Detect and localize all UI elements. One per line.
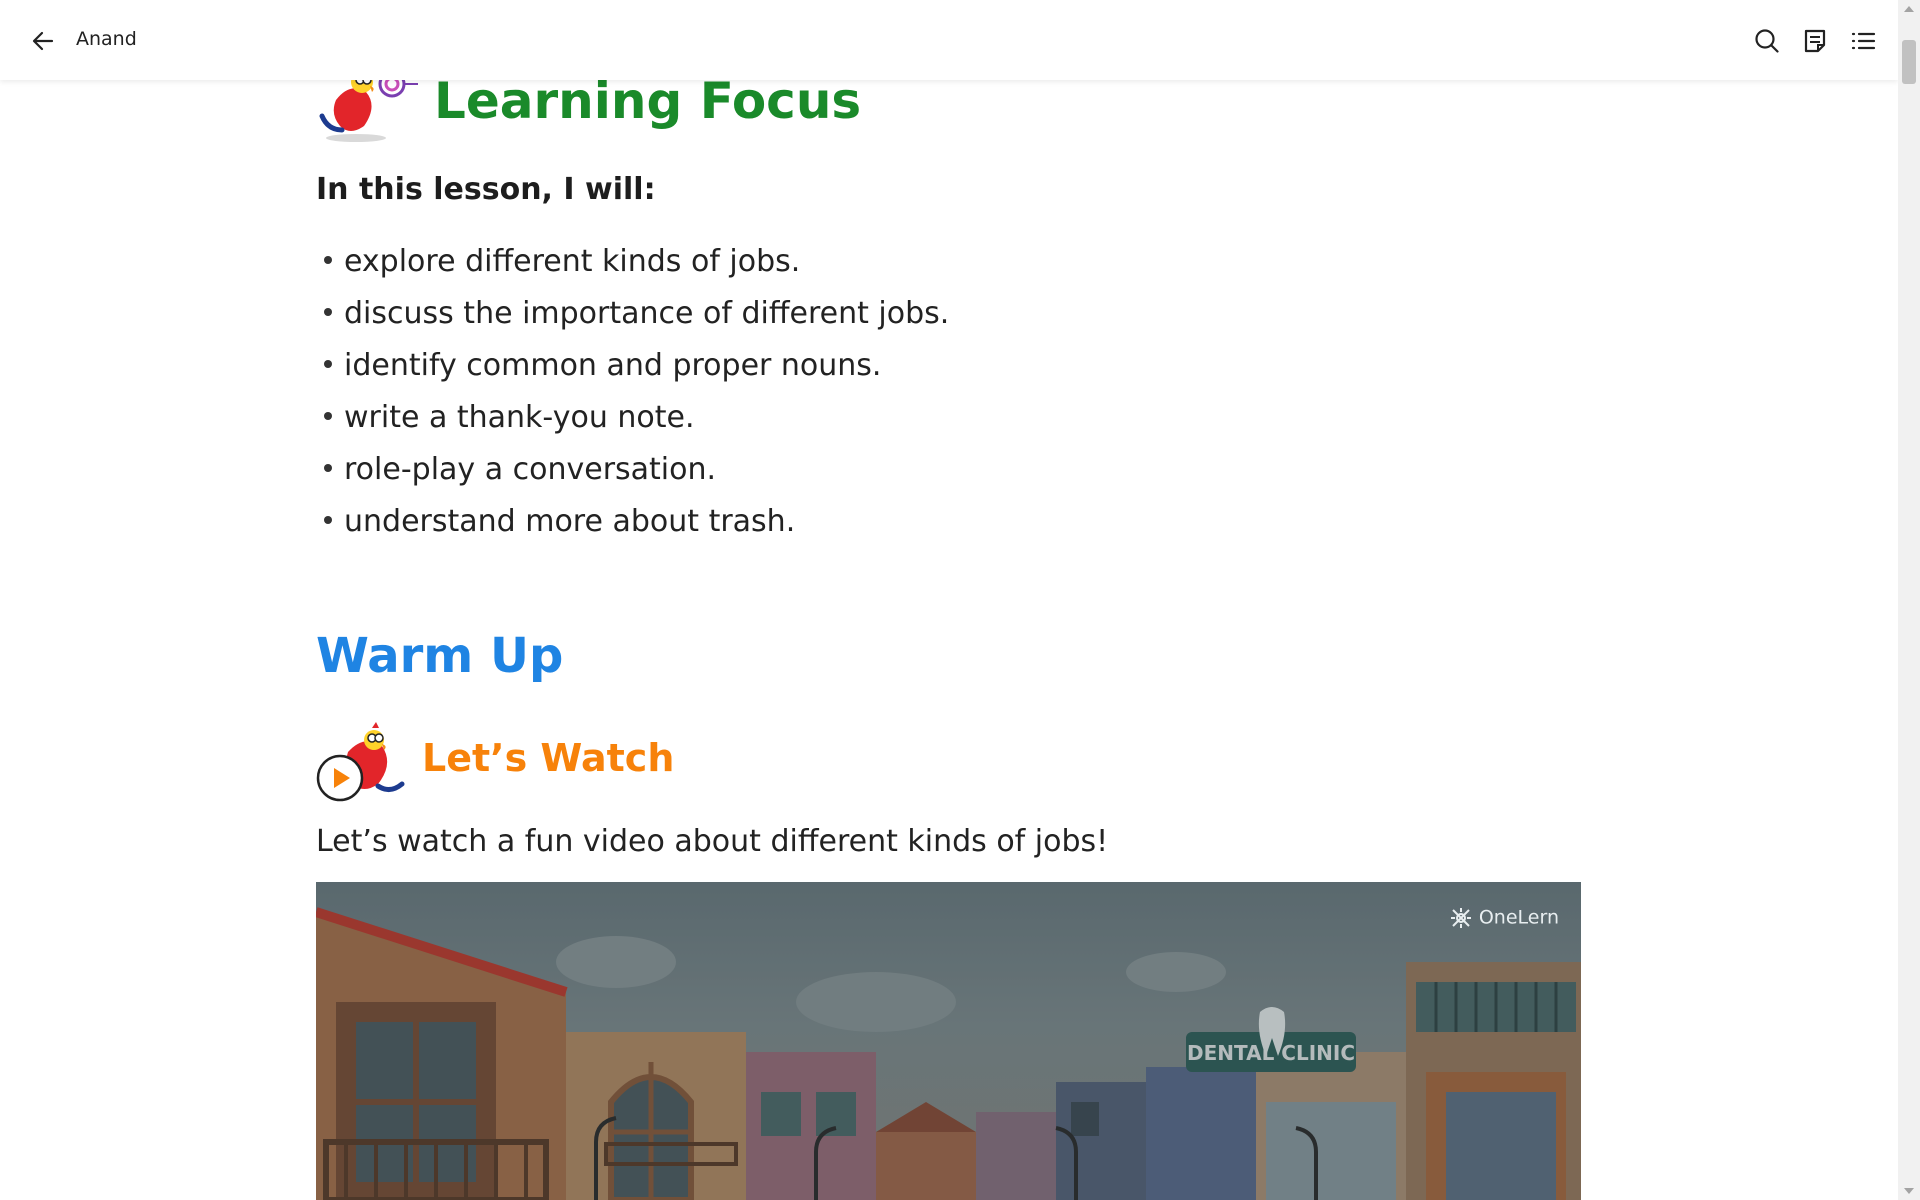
book-title: Anand <box>76 28 137 50</box>
list-item: role-play a conversation. <box>316 444 949 496</box>
video-player[interactable]: DENTAL CLINIC OneLern <box>316 882 1581 1200</box>
bullet-icon <box>324 307 332 316</box>
bullet-icon <box>324 463 332 472</box>
bullet-icon <box>324 411 332 420</box>
contents-list-icon[interactable] <box>1846 24 1880 58</box>
parrot-mascot-focus-icon <box>316 70 420 148</box>
learning-focus-heading: Learning Focus <box>434 72 862 130</box>
street-scene-illustration: DENTAL CLINIC <box>316 882 1581 1200</box>
scroll-thumb[interactable] <box>1902 40 1916 84</box>
scroll-down-icon[interactable] <box>1904 1188 1914 1194</box>
list-item: understand more about trash. <box>316 496 949 548</box>
warm-up-heading: Warm Up <box>316 628 564 684</box>
bullet-icon <box>324 515 332 524</box>
list-item: write a thank-you note. <box>316 392 949 444</box>
list-item: discuss the importance of different jobs… <box>316 288 949 340</box>
learning-goals-list: explore different kinds of jobs. discuss… <box>316 236 949 548</box>
scroll-up-icon[interactable] <box>1904 6 1914 12</box>
parrot-video-mascot-icon <box>316 722 410 810</box>
notes-icon[interactable] <box>1798 24 1832 58</box>
top-bar: Anand <box>0 0 1898 80</box>
onelern-brand: OneLern <box>1449 906 1559 930</box>
lets-watch-heading: Let’s Watch <box>422 736 675 780</box>
lesson-intro: In this lesson, I will: <box>316 172 656 207</box>
page-scrollbar[interactable] <box>1898 0 1920 1200</box>
list-item: explore different kinds of jobs. <box>316 236 949 288</box>
lets-watch-description: Let’s watch a fun video about different … <box>316 824 1109 859</box>
bullet-icon <box>324 359 332 368</box>
list-item: identify common and proper nouns. <box>316 340 949 392</box>
search-icon[interactable] <box>1750 24 1784 58</box>
onelern-logo-icon <box>1449 906 1473 930</box>
back-arrow-icon[interactable] <box>28 26 58 56</box>
bullet-icon <box>324 255 332 264</box>
